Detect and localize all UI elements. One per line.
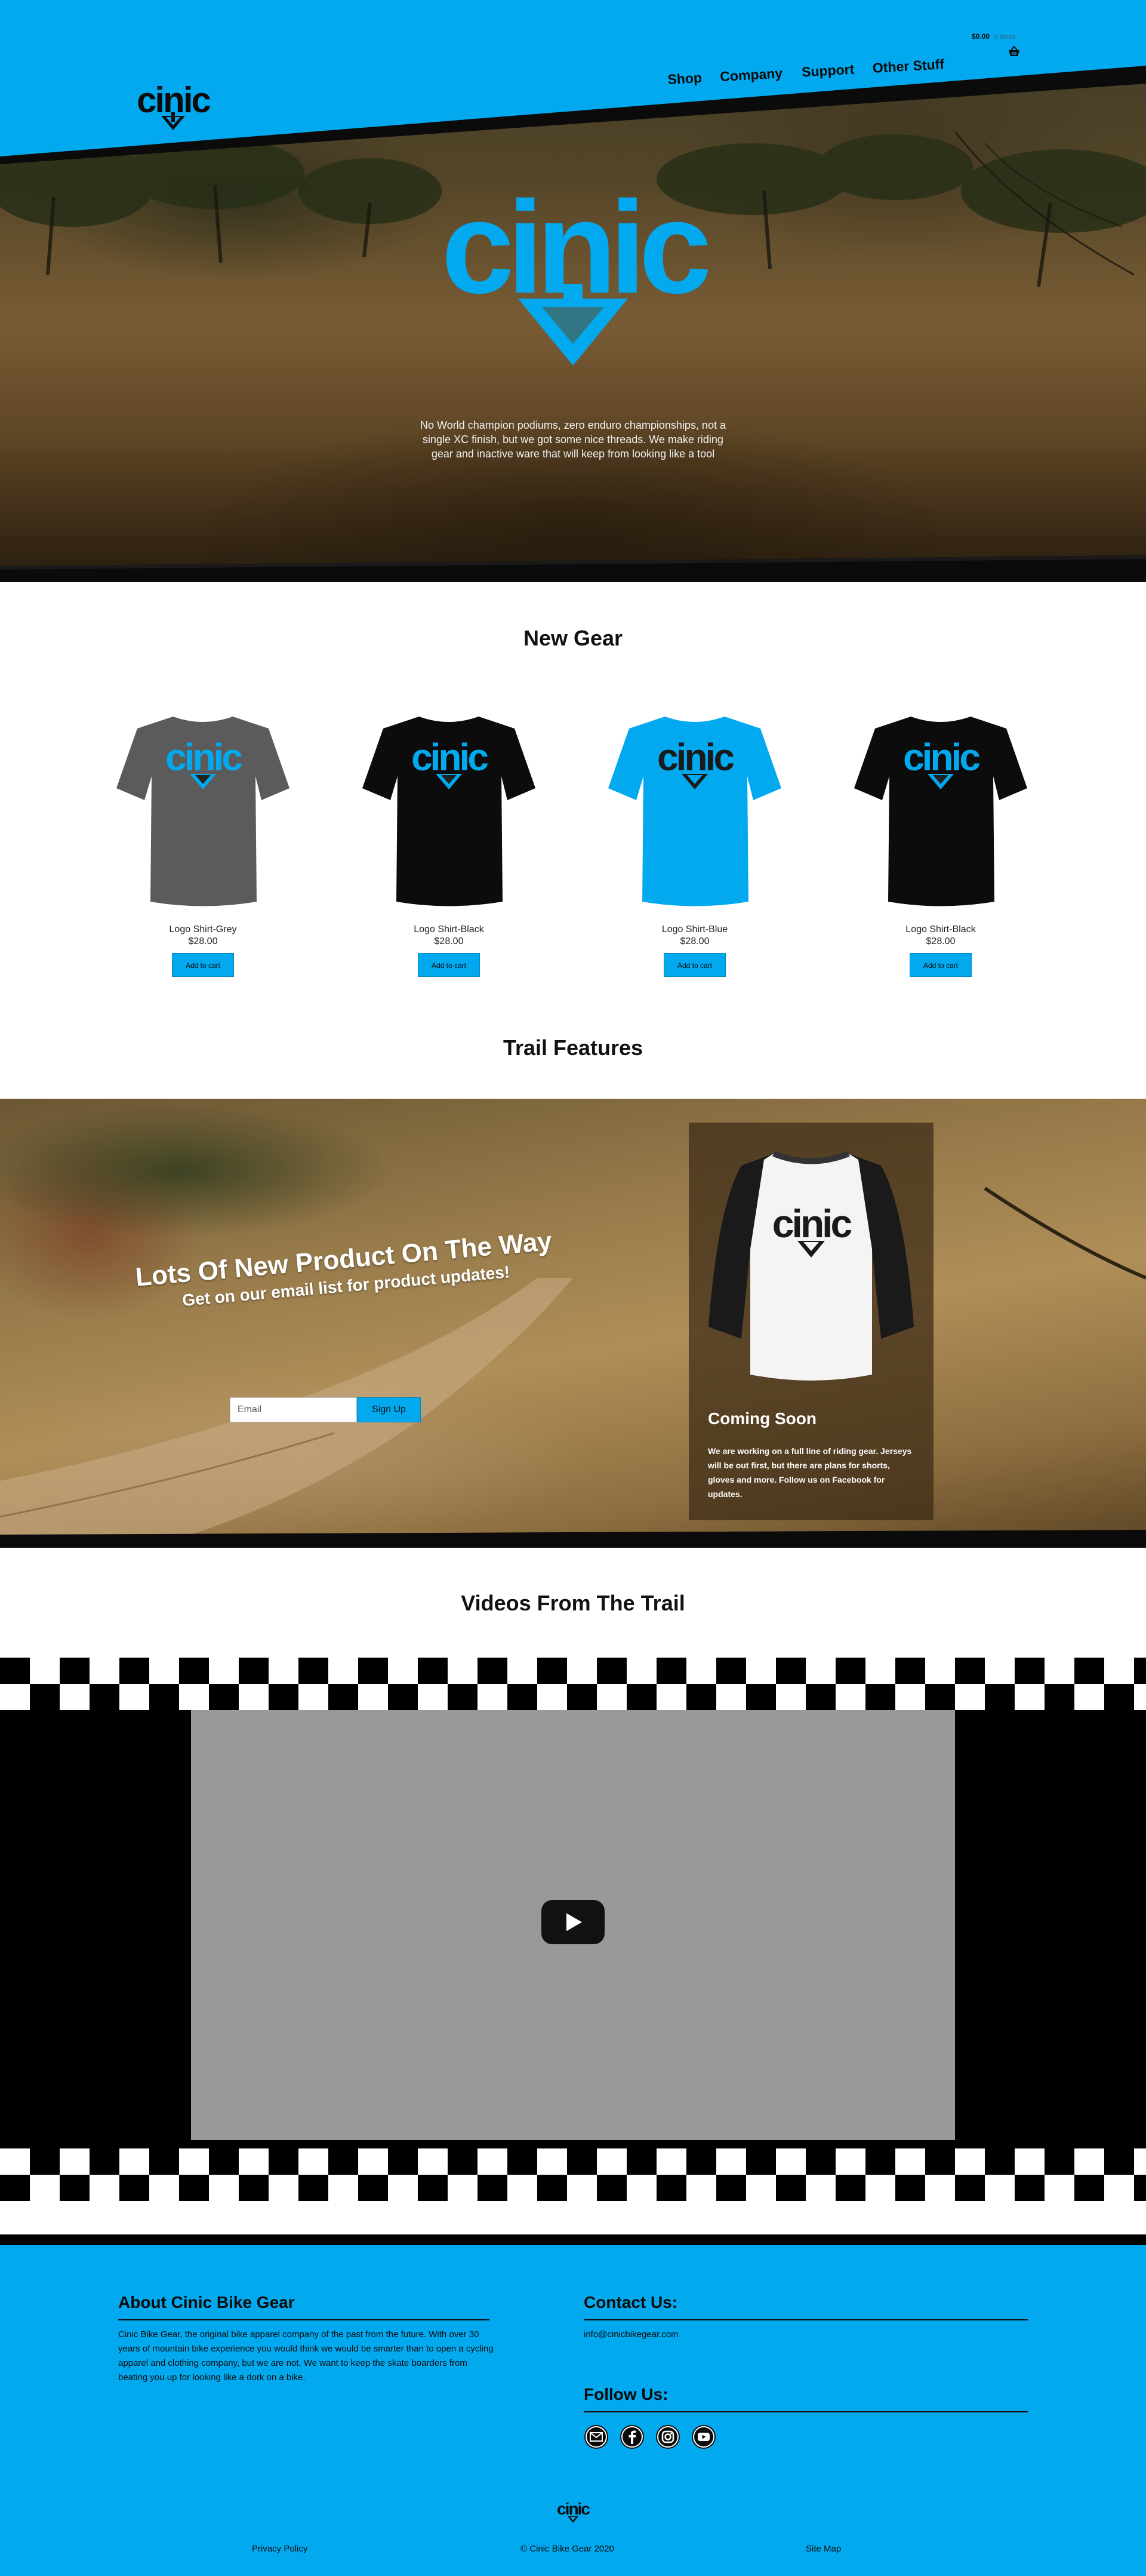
product-card: Logo Shirt-Black $28.00 Add to cart [851, 705, 1030, 977]
about-text: Cinic Bike Gear, the original bike appar… [118, 2329, 494, 2383]
videos-title: Videos From The Trail [461, 1591, 685, 1615]
follow-divider [584, 2411, 1028, 2412]
contact-divider [584, 2319, 1028, 2320]
about-divider [118, 2319, 489, 2320]
product-price: $28.00 [434, 936, 464, 946]
newsletter-form: Sign Up [230, 1397, 421, 1422]
cart-count: 0 items [994, 33, 1016, 41]
new-gear-title: New Gear [523, 626, 623, 650]
trail-bottom-band [0, 1530, 1146, 1548]
sign-up-button[interactable]: Sign Up [357, 1397, 421, 1422]
site-logo[interactable]: cinic [133, 81, 214, 135]
footer-logo-wordmark: cinic [557, 2500, 590, 2518]
video-section [0, 1658, 1146, 2201]
product-card: Logo Shirt-Black $28.00 Add to cart [359, 705, 538, 977]
nav-other-stuff[interactable]: Other Stuff [872, 56, 944, 76]
svg-text:cinic: cinic [772, 1201, 852, 1246]
hero-section: cinic Shop Company Support Other Stuff $… [0, 0, 1146, 582]
instagram-icon[interactable] [655, 2424, 680, 2449]
email-input[interactable] [230, 1397, 357, 1422]
product-name[interactable]: Logo Shirt-Black [851, 924, 1030, 935]
coming-soon-title: Coming Soon [708, 1409, 817, 1428]
product-image[interactable] [851, 705, 1030, 914]
product-price: $28.00 [680, 936, 710, 946]
copyright-text: © Cinic Bike Gear 2020 [520, 2544, 614, 2554]
checker-border-bottom [0, 2148, 1146, 2201]
product-name[interactable]: Logo Shirt-Grey [113, 924, 292, 935]
contact-email[interactable]: info@cinicbikegear.com [584, 2328, 679, 2342]
hero-tagline: No World champion podiums, zero enduro c… [420, 419, 726, 460]
product-price: $28.00 [188, 936, 218, 946]
add-to-cart-button[interactable]: Add to cart [172, 953, 234, 977]
footer-logo[interactable]: cinic [554, 2499, 592, 2524]
product-image[interactable] [113, 705, 292, 914]
coming-soon-card: cinic Coming Soon We are working on a fu… [689, 1123, 934, 1520]
product-card: Logo Shirt-Blue $28.00 Add to cart [605, 705, 784, 977]
hero-bottom-band [0, 555, 1146, 582]
facebook-icon[interactable] [620, 2424, 645, 2449]
coming-soon-text: We are working on a full line of riding … [708, 1446, 912, 1499]
cart-amount: $0.00 [972, 32, 990, 41]
add-to-cart-button[interactable]: Add to cart [418, 953, 480, 977]
product-name[interactable]: Logo Shirt-Black [359, 924, 538, 935]
basket-icon[interactable] [1008, 45, 1021, 57]
nav-shop[interactable]: Shop [667, 70, 703, 88]
nav-company[interactable]: Company [720, 65, 783, 85]
product-price: $28.00 [926, 936, 956, 946]
trail-features-banner [0, 1099, 1146, 1548]
privacy-policy-link[interactable]: Privacy Policy [252, 2544, 307, 2554]
follow-title: Follow Us: [584, 2385, 668, 2403]
contact-title: Contact Us: [584, 2293, 678, 2311]
footer-top-bar [0, 2234, 1146, 2245]
email-icon[interactable] [584, 2424, 609, 2449]
about-title: About Cinic Bike Gear [118, 2293, 295, 2311]
youtube-play-icon[interactable] [541, 1900, 605, 1944]
cart-summary[interactable]: $0.00 0 items [972, 32, 1016, 41]
product-name[interactable]: Logo Shirt-Blue [605, 924, 784, 935]
site-map-link[interactable]: Site Map [806, 2544, 841, 2554]
jersey-image: cinic [708, 1151, 914, 1381]
product-image[interactable] [359, 705, 538, 914]
trail-path-art [0, 1186, 1146, 1548]
add-to-cart-button[interactable]: Add to cart [910, 953, 972, 977]
trail-features-title: Trail Features [503, 1035, 643, 1060]
product-image[interactable] [605, 705, 784, 914]
product-card: Logo Shirt-Grey $28.00 Add to cart [113, 705, 292, 977]
hero-logo: cinic [441, 179, 715, 365]
add-to-cart-button[interactable]: Add to cart [664, 953, 726, 977]
video-player[interactable] [191, 1710, 955, 2140]
nav-support[interactable]: Support [801, 62, 855, 81]
checker-border-top [0, 1658, 1146, 1710]
youtube-icon[interactable] [691, 2424, 716, 2449]
